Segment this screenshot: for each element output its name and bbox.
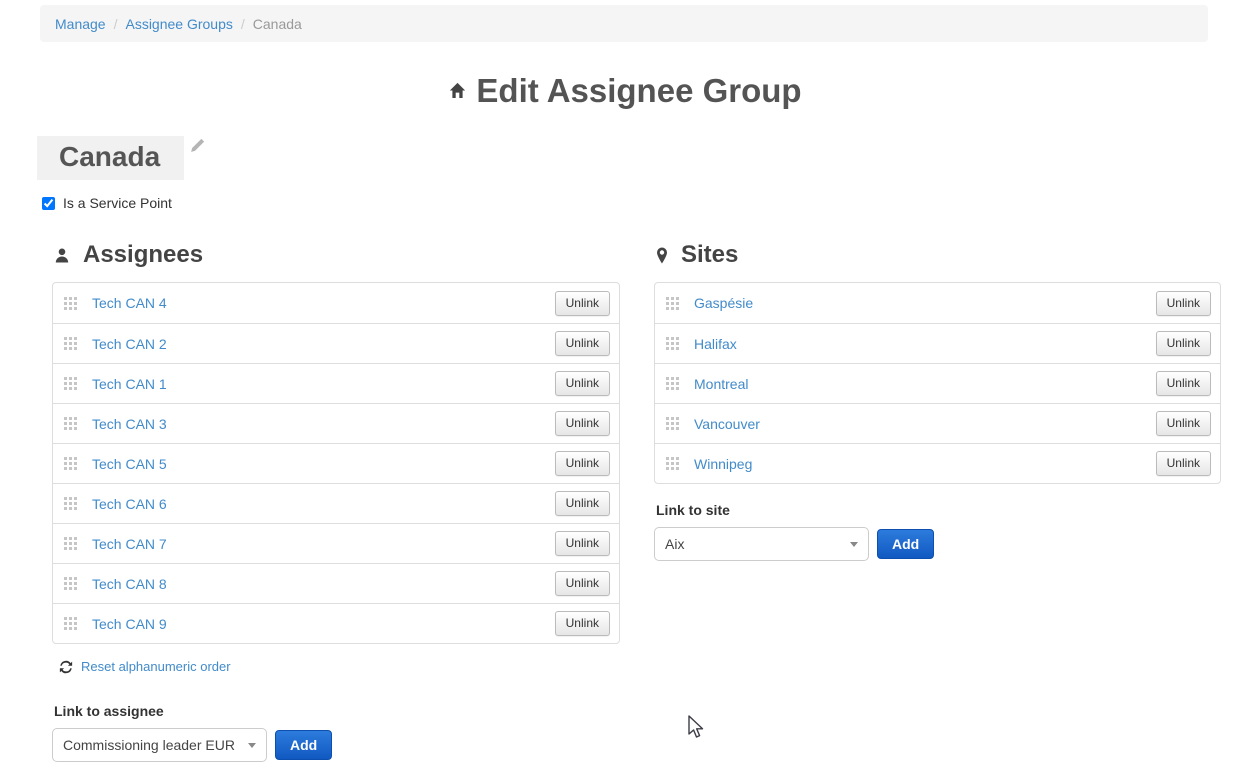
breadcrumb-separator: / (241, 16, 245, 32)
unlink-button[interactable]: Unlink (555, 331, 610, 356)
grip-icon[interactable] (666, 457, 679, 470)
grip-icon[interactable] (64, 377, 77, 390)
home-icon (449, 82, 466, 99)
assignees-title: Assignees (83, 241, 203, 269)
site-row: Vancouver Unlink (655, 403, 1220, 443)
breadcrumb-current: Canada (253, 16, 302, 32)
group-name: Canada (37, 136, 184, 180)
grip-icon[interactable] (64, 617, 77, 630)
site-select[interactable]: Aix (654, 527, 869, 561)
assignee-link[interactable]: Tech CAN 7 (92, 536, 167, 552)
reset-order-row: Reset alphanumeric order (59, 659, 620, 674)
unlink-button[interactable]: Unlink (555, 531, 610, 556)
assignees-header: Assignees (54, 241, 620, 269)
sites-header: Sites (656, 241, 1221, 269)
unlink-button[interactable]: Unlink (555, 411, 610, 436)
unlink-button[interactable]: Unlink (555, 451, 610, 476)
service-point-checkbox[interactable] (42, 197, 55, 210)
assignee-link[interactable]: Tech CAN 9 (92, 616, 167, 632)
assignee-row: Tech CAN 9 Unlink (53, 603, 619, 643)
assignee-link[interactable]: Tech CAN 4 (92, 295, 167, 311)
assignee-link[interactable]: Tech CAN 5 (92, 456, 167, 472)
site-row: Gaspésie Unlink (655, 283, 1220, 323)
site-link[interactable]: Halifax (694, 336, 737, 352)
assignee-select-value: Commissioning leader EUR (63, 737, 235, 753)
grip-icon[interactable] (666, 377, 679, 390)
grip-icon[interactable] (666, 417, 679, 430)
reset-order-link[interactable]: Reset alphanumeric order (81, 659, 231, 674)
assignee-row: Tech CAN 4 Unlink (53, 283, 619, 323)
link-to-assignee-label: Link to assignee (54, 703, 620, 719)
grip-icon[interactable] (64, 457, 77, 470)
service-point-label: Is a Service Point (63, 195, 172, 211)
site-link[interactable]: Winnipeg (694, 456, 752, 472)
site-select-value: Aix (665, 536, 684, 552)
map-marker-icon (656, 247, 668, 264)
pencil-icon[interactable] (190, 138, 205, 158)
assignee-row: Tech CAN 2 Unlink (53, 323, 619, 363)
page-title: Edit Assignee Group (0, 72, 1251, 110)
caret-down-icon (248, 743, 256, 748)
grip-icon[interactable] (64, 297, 77, 310)
assignee-link[interactable]: Tech CAN 8 (92, 576, 167, 592)
breadcrumb-separator: / (114, 16, 118, 32)
assignee-link[interactable]: Tech CAN 6 (92, 496, 167, 512)
unlink-button[interactable]: Unlink (555, 611, 610, 636)
mouse-cursor (686, 714, 705, 746)
assignee-select[interactable]: Commissioning leader EUR (52, 728, 267, 762)
assignee-row: Tech CAN 3 Unlink (53, 403, 619, 443)
add-assignee-button[interactable]: Add (275, 730, 332, 760)
unlink-button[interactable]: Unlink (1156, 411, 1211, 436)
assignee-link[interactable]: Tech CAN 3 (92, 416, 167, 432)
caret-down-icon (850, 542, 858, 547)
assignees-list: Tech CAN 4 Unlink Tech CAN 2 Unlink Tech… (52, 282, 620, 644)
unlink-button[interactable]: Unlink (1156, 291, 1211, 316)
assignee-link[interactable]: Tech CAN 1 (92, 376, 167, 392)
unlink-button[interactable]: Unlink (1156, 331, 1211, 356)
unlink-button[interactable]: Unlink (555, 491, 610, 516)
site-link[interactable]: Vancouver (694, 416, 760, 432)
breadcrumb: Manage / Assignee Groups / Canada (40, 5, 1208, 42)
link-to-site-label: Link to site (656, 502, 1221, 518)
person-icon (54, 247, 70, 264)
grip-icon[interactable] (64, 417, 77, 430)
sites-section: Sites Gaspésie Unlink Halifax Unlink Mon… (654, 241, 1221, 561)
grip-icon[interactable] (64, 577, 77, 590)
group-name-block: Canada (37, 136, 205, 180)
site-row: Montreal Unlink (655, 363, 1220, 403)
unlink-button[interactable]: Unlink (555, 291, 610, 316)
add-site-button[interactable]: Add (877, 529, 934, 559)
refresh-icon (59, 660, 73, 674)
sites-title: Sites (681, 241, 738, 269)
assignee-row: Tech CAN 8 Unlink (53, 563, 619, 603)
unlink-button[interactable]: Unlink (555, 571, 610, 596)
site-row: Winnipeg Unlink (655, 443, 1220, 483)
page-title-text: Edit Assignee Group (476, 72, 801, 109)
grip-icon[interactable] (666, 337, 679, 350)
site-link[interactable]: Gaspésie (694, 295, 753, 311)
assignee-row: Tech CAN 5 Unlink (53, 443, 619, 483)
grip-icon[interactable] (64, 537, 77, 550)
assignee-row: Tech CAN 7 Unlink (53, 523, 619, 563)
site-link[interactable]: Montreal (694, 376, 748, 392)
unlink-button[interactable]: Unlink (555, 371, 610, 396)
assignees-section: Assignees Tech CAN 4 Unlink Tech CAN 2 U… (52, 241, 620, 762)
grip-icon[interactable] (64, 497, 77, 510)
assignee-link[interactable]: Tech CAN 2 (92, 336, 167, 352)
unlink-button[interactable]: Unlink (1156, 451, 1211, 476)
grip-icon[interactable] (64, 337, 77, 350)
grip-icon[interactable] (666, 297, 679, 310)
service-point-row: Is a Service Point (42, 195, 172, 211)
breadcrumb-link-assignee-groups[interactable]: Assignee Groups (125, 16, 232, 32)
assignee-row: Tech CAN 1 Unlink (53, 363, 619, 403)
breadcrumb-link-manage[interactable]: Manage (55, 16, 106, 32)
link-to-assignee-block: Link to assignee Commissioning leader EU… (52, 703, 620, 762)
link-to-site-block: Link to site Aix Add (654, 502, 1221, 561)
unlink-button[interactable]: Unlink (1156, 371, 1211, 396)
assignee-row: Tech CAN 6 Unlink (53, 483, 619, 523)
site-row: Halifax Unlink (655, 323, 1220, 363)
sites-list: Gaspésie Unlink Halifax Unlink Montreal … (654, 282, 1221, 484)
